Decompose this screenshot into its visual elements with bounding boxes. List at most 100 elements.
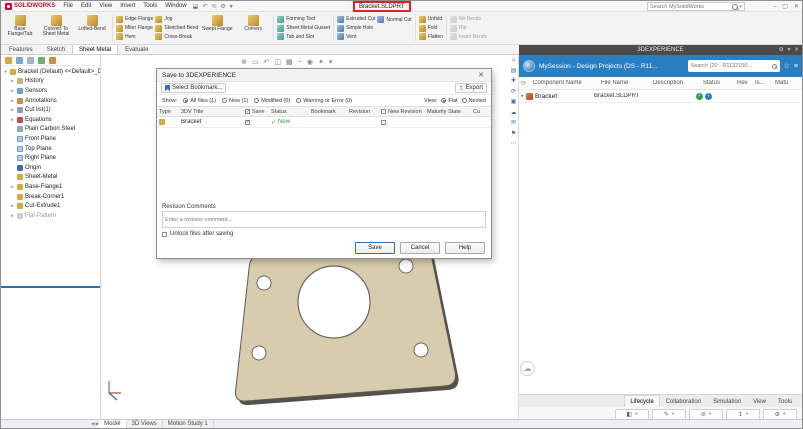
menu-insert[interactable]: Insert (116, 3, 139, 9)
column-is[interactable]: Is... (753, 80, 773, 86)
select-bookmark-button[interactable]: Select Bookmark... (161, 83, 227, 93)
new-revision-all-checkbox[interactable] (381, 109, 386, 114)
tree-item-origin[interactable]: Origin (1, 163, 100, 173)
fold-button[interactable]: Fold (418, 24, 443, 33)
save-button[interactable]: Save (355, 242, 395, 254)
feature-manager-tab-icon[interactable] (5, 56, 12, 64)
tab-sketch[interactable]: Sketch (40, 44, 72, 54)
sketched-bend-button[interactable]: Sketched Bend (155, 24, 198, 33)
tab-sheet-metal[interactable]: Sheet Metal (72, 44, 119, 54)
search-dropdown-icon[interactable]: ▾ (739, 4, 742, 10)
tab-3d-views[interactable]: 3D Views (127, 420, 163, 428)
tree-item-base-flange[interactable]: Base-Flange1 (1, 182, 100, 192)
messages-icon[interactable]: ✉ (511, 119, 516, 126)
panel-menu-icon[interactable]: ≡ (794, 63, 798, 70)
column-title[interactable]: 3DV Title (179, 109, 243, 115)
tree-item-top-plane[interactable]: Top Plane (1, 144, 100, 154)
column-description[interactable]: Description (651, 80, 701, 86)
tree-item-cut-list[interactable]: Cut list(1) (1, 105, 100, 115)
menu-window[interactable]: Window (161, 3, 190, 9)
column-file-name[interactable]: File Name (599, 80, 651, 86)
column-status[interactable]: Status (269, 109, 309, 115)
tree-item-front-plane[interactable]: Front Plane (1, 134, 100, 144)
lifecycle-tool-button-5[interactable]: ⚙ ▾ (763, 408, 797, 420)
cloud-icon[interactable]: ☁ (511, 109, 517, 116)
tree-item-flat-pattern[interactable]: Flat-Pattern (1, 211, 100, 221)
tree-item-history[interactable]: History (1, 77, 100, 87)
add-icon[interactable]: ✚ (511, 77, 516, 84)
expand-arrow-icon[interactable] (10, 184, 15, 190)
column-matu[interactable]: Matu (773, 80, 802, 86)
tab-features[interactable]: Features (2, 44, 40, 54)
edit-appearance-icon[interactable]: ✦ (318, 58, 324, 66)
expand-arrow-icon[interactable] (10, 213, 15, 219)
tab-tools[interactable]: Tools (772, 395, 798, 407)
section-view-icon[interactable]: ◫ (274, 58, 281, 66)
view-settings-dropdown-icon[interactable]: ▾ (329, 58, 333, 66)
configuration-manager-tab-icon[interactable] (27, 56, 34, 64)
file-row-bracket[interactable]: Bracket ✓New (157, 117, 491, 128)
filter-new[interactable]: New (1) (221, 98, 248, 104)
expand-arrow-icon[interactable] (10, 117, 15, 123)
normal-cut-button[interactable]: Normal Cut (377, 15, 412, 24)
revision-comment-input[interactable] (163, 212, 485, 227)
jog-button[interactable]: Jog (155, 15, 198, 24)
tree-item-sensors[interactable]: Sensors (1, 86, 100, 96)
filter-warning-error[interactable]: Warning or Error (0) (296, 98, 352, 104)
view-flat-option[interactable]: Flat (441, 98, 458, 104)
search-input[interactable] (650, 3, 731, 10)
expand-arrow-icon[interactable] (10, 107, 15, 113)
search-box[interactable]: ▾ (647, 2, 745, 11)
maximize-icon[interactable]: ▢ (782, 3, 788, 10)
property-manager-tab-icon[interactable] (16, 56, 23, 64)
tree-item-annotations[interactable]: Annotations (1, 96, 100, 106)
tree-item-break-corner[interactable]: Break-Corner1 (1, 192, 100, 202)
close-icon[interactable]: ✕ (794, 3, 799, 10)
options-icon[interactable]: ⚙ (218, 3, 227, 10)
hide-show-items-icon[interactable]: ◉ (307, 58, 313, 66)
menu-tools[interactable]: Tools (139, 3, 161, 9)
tree-item-equations[interactable]: Equations (1, 115, 100, 125)
column-rev[interactable]: Rev (735, 80, 753, 86)
vent-button[interactable]: Vent (337, 32, 375, 41)
cloud-status-button[interactable]: ☁ (520, 361, 535, 376)
lifecycle-tool-button-2[interactable]: ✎ ▾ (652, 408, 686, 420)
menu-file[interactable]: File (59, 3, 77, 9)
apps-icon[interactable]: ▣ (511, 98, 517, 105)
expand-arrow-icon[interactable] (10, 203, 15, 209)
refresh-icon[interactable]: ⟳ (519, 80, 531, 87)
cross-break-button[interactable]: Cross-Break (155, 32, 198, 41)
tree-item-material[interactable]: Plain Carbon Steel (1, 125, 100, 135)
lifecycle-tool-button-3[interactable]: ⊘ ▾ (689, 408, 723, 420)
3dexperience-compass-icon[interactable]: ⌂ (512, 57, 516, 63)
display-style-icon[interactable]: ◔ (298, 59, 302, 66)
undo-icon[interactable]: ↶ (200, 3, 209, 10)
expand-arrow-icon[interactable] (10, 88, 15, 94)
column-revision[interactable]: Revision (347, 109, 379, 115)
column-new-revision[interactable]: New Revision (379, 109, 425, 115)
quickbar-dropdown-icon[interactable]: ▾ (228, 3, 235, 10)
close-panel-icon[interactable]: ✕ (794, 47, 799, 53)
column-save[interactable]: Save (243, 109, 269, 115)
more-icon[interactable]: ⋯ (511, 140, 517, 147)
edge-flange-button[interactable]: Edge Flange (116, 15, 153, 24)
column-type[interactable]: Type (157, 109, 179, 115)
compass-icon[interactable] (523, 60, 535, 72)
extruded-cut-button[interactable]: Extruded Cut (337, 15, 375, 24)
tree-item-cut-extrude[interactable]: Cut-Extrude1 (1, 201, 100, 211)
tab-simulation[interactable]: Simulation (707, 395, 747, 407)
dialog-close-icon[interactable]: ✕ (476, 71, 486, 79)
column-maturity-state[interactable]: Maturity State (425, 109, 471, 115)
zoom-fit-icon[interactable]: ⊕ (241, 58, 247, 66)
miter-flange-button[interactable]: Miter Flange (116, 24, 153, 33)
sync-icon[interactable]: ⟳ (511, 88, 516, 95)
filter-all-files[interactable]: All files (1) (183, 98, 216, 104)
row-save-cell[interactable] (243, 119, 269, 125)
save-icon[interactable]: ⬓ (191, 3, 201, 10)
expand-arrow-icon[interactable] (10, 78, 15, 84)
column-bookmark[interactable]: Bookmark (309, 109, 347, 115)
filter-modified[interactable]: Modified (0) (254, 98, 290, 104)
flag-icon[interactable]: ⚑ (511, 130, 516, 137)
export-button[interactable]: ↥ Export (454, 83, 487, 93)
tab-view[interactable]: View (747, 395, 772, 407)
